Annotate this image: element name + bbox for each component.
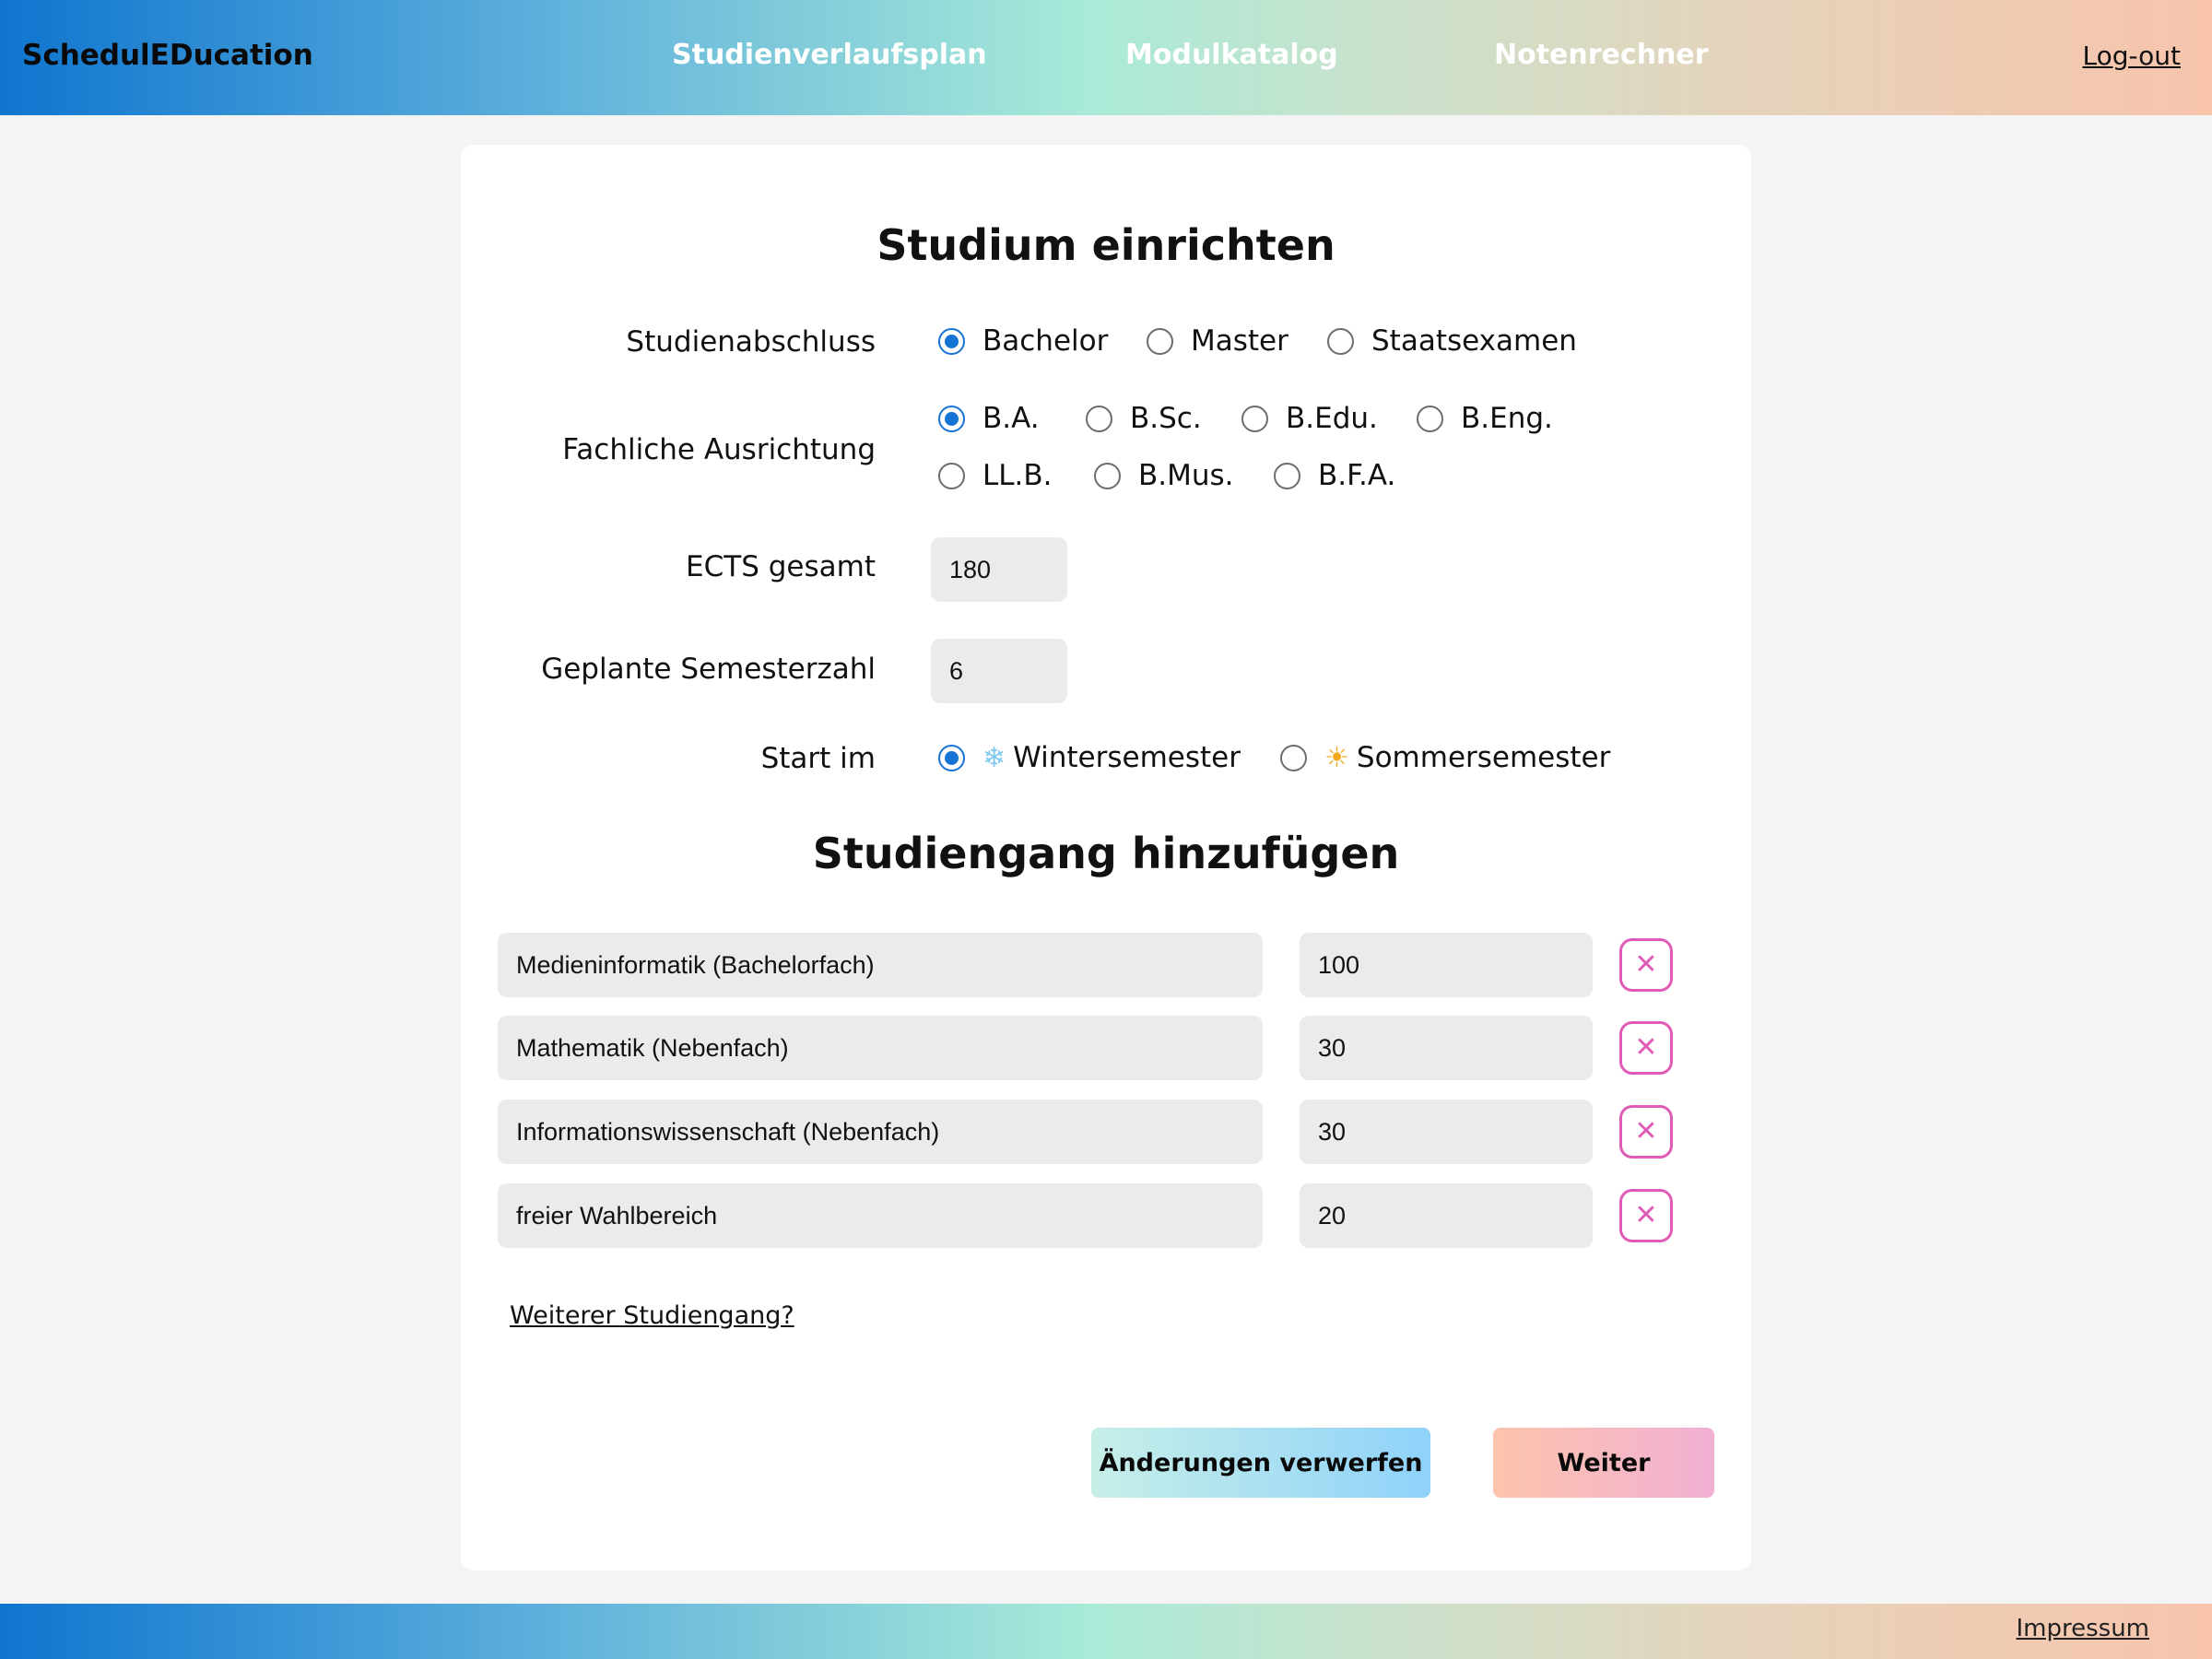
radio-icon [1094,462,1121,489]
programs-title: Studiengang hinzufügen [812,829,1400,878]
radio-bedu[interactable]: B.Edu. [1241,402,1378,435]
setup-card: Studium einrichten Studienabschluss Bach… [461,145,1751,1571]
start-label: Start im [760,742,876,775]
radio-bfa[interactable]: B.F.A. [1274,459,1395,492]
ects-input[interactable]: 180 [931,537,1067,602]
radio-icon [1280,744,1307,771]
radio-selected-icon [938,327,965,355]
impressum-link[interactable]: Impressum [2016,1615,2149,1642]
radio-llb[interactable]: LL.B. [938,459,1053,492]
radio-icon [1327,327,1354,355]
program-name-input[interactable]: Mathematik (Nebenfach) [498,1016,1263,1080]
top-navigation-bar: SchedulEDucation Studienverlaufsplan Mod… [0,0,2212,115]
logout-link[interactable]: Log-out [2083,41,2182,71]
close-icon[interactable]: ✕ [1619,1021,1673,1075]
radio-icon [938,462,965,489]
nav-notenrechner[interactable]: Notenrechner [1494,39,1709,71]
radio-bsc[interactable]: B.Sc. [1086,402,1202,435]
close-icon[interactable]: ✕ [1619,1105,1673,1159]
radio-icon [1086,405,1112,432]
program-name-input[interactable]: Medieninformatik (Bachelorfach) [498,933,1263,997]
degree-label: Studienabschluss [626,325,876,359]
nav-studienverlaufsplan[interactable]: Studienverlaufsplan [672,39,987,71]
radio-beng[interactable]: B.Eng. [1417,402,1553,435]
radio-ba[interactable]: B.A. [938,402,1040,435]
ects-label: ECTS gesamt [686,550,876,583]
radio-master[interactable]: Master [1147,324,1288,358]
program-ects-input[interactable]: 100 [1300,933,1593,997]
semesters-label: Geplante Semesterzahl [541,653,876,686]
radio-staatsexamen[interactable]: Staatsexamen [1327,324,1577,358]
close-icon[interactable]: ✕ [1619,1189,1673,1242]
close-icon[interactable]: ✕ [1619,938,1673,992]
radio-sommersemester[interactable]: ☀ Sommersemester [1280,741,1610,774]
radio-selected-icon [938,405,965,432]
radio-icon [1241,405,1268,432]
setup-title: Studium einrichten [877,220,1335,270]
program-ects-input[interactable]: 30 [1300,1016,1593,1080]
radio-icon [1274,462,1300,489]
radio-icon [1147,327,1173,355]
program-name-input[interactable]: Informationswissenschaft (Nebenfach) [498,1100,1263,1164]
add-program-link[interactable]: Weiterer Studiengang? [510,1301,794,1330]
radio-bachelor[interactable]: Bachelor [938,324,1108,358]
radio-selected-icon [938,744,965,771]
brand-logo[interactable]: SchedulEDucation [22,39,313,72]
orientation-label: Fachliche Ausrichtung [562,433,876,466]
sun-icon: ☀ [1324,741,1349,774]
snowflake-icon: ❄ [982,741,1006,774]
nav-modulkatalog[interactable]: Modulkatalog [1125,39,1338,71]
next-button[interactable]: Weiter [1493,1428,1714,1498]
program-name-input[interactable]: freier Wahlbereich [498,1183,1263,1248]
discard-changes-button[interactable]: Änderungen verwerfen [1091,1428,1430,1498]
radio-icon [1417,405,1443,432]
radio-wintersemester[interactable]: ❄ Wintersemester [938,741,1241,774]
footer-bar: Impressum [0,1604,2212,1659]
radio-bmus[interactable]: B.Mus. [1094,459,1234,492]
program-ects-input[interactable]: 20 [1300,1183,1593,1248]
semesters-input[interactable]: 6 [931,639,1067,703]
program-ects-input[interactable]: 30 [1300,1100,1593,1164]
